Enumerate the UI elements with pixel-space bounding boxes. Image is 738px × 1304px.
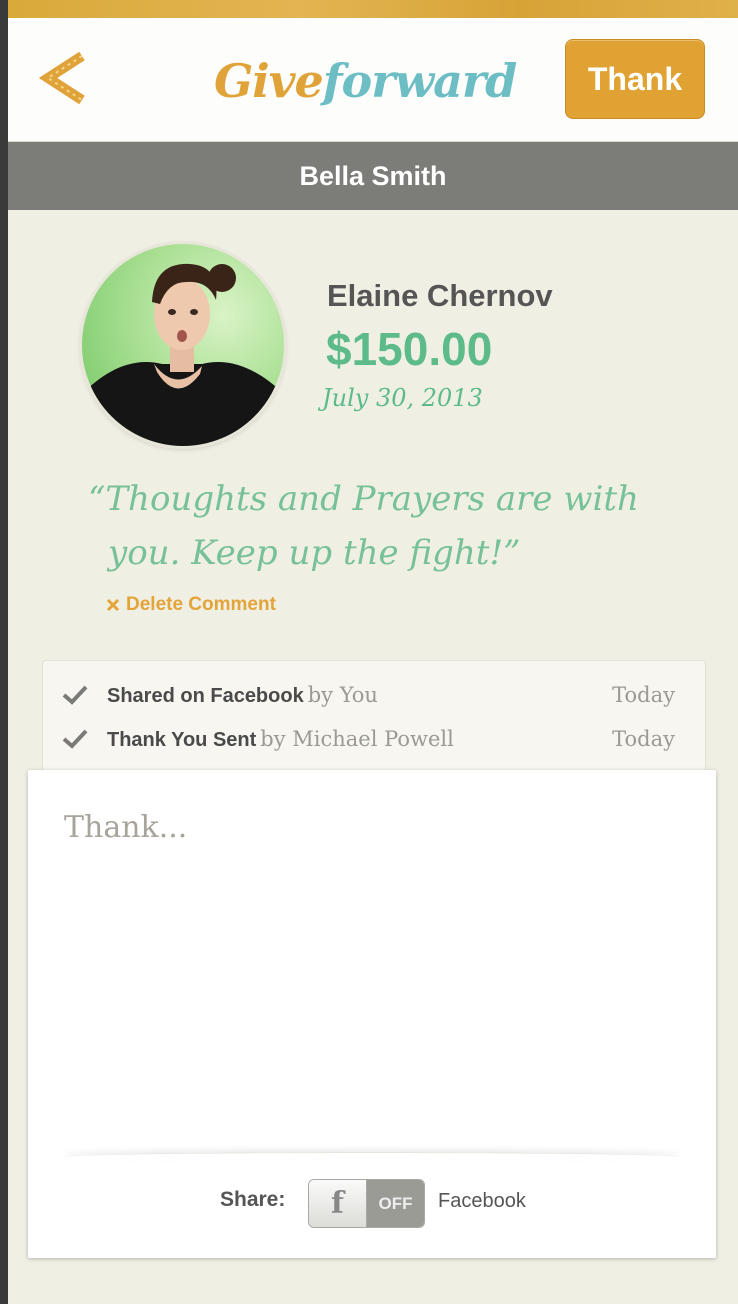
share-label: Share: xyxy=(220,1188,286,1211)
activity-time: Today xyxy=(612,727,675,751)
comment-line-1: “Thoughts and Prayers are with xyxy=(88,479,639,519)
thank-button[interactable]: Thank xyxy=(565,39,705,119)
recipient-name-bar: Bella Smith xyxy=(8,142,738,210)
donation-amount: $150.00 xyxy=(326,323,493,375)
activity-text: Shared on Facebook by You xyxy=(107,683,378,708)
back-button[interactable] xyxy=(38,48,90,108)
activity-text: Thank You Sent by Michael Powell xyxy=(107,727,454,752)
facebook-share-toggle[interactable]: f OFF xyxy=(308,1179,425,1228)
donation-date: July 30, 2013 xyxy=(322,384,483,412)
toggle-state-label: OFF xyxy=(367,1180,424,1227)
close-icon xyxy=(106,598,120,612)
activity-item: Shared on Facebook by You Today xyxy=(43,675,707,715)
activity-by: by You xyxy=(307,682,378,707)
facebook-icon: f xyxy=(309,1180,367,1227)
activity-log: Shared on Facebook by You Today Thank You… xyxy=(42,660,706,772)
delete-comment-label: Delete Comment xyxy=(126,594,276,615)
activity-action: Shared on Facebook xyxy=(107,684,304,707)
thank-you-message-input[interactable] xyxy=(64,810,680,1130)
activity-action: Thank You Sent xyxy=(107,728,257,751)
share-target-label: Facebook xyxy=(438,1190,526,1212)
donor-name: Elaine Chernov xyxy=(327,278,553,313)
checkmark-icon xyxy=(62,685,88,705)
checkmark-icon xyxy=(62,729,88,749)
donor-photo xyxy=(82,244,284,446)
compose-divider xyxy=(64,1152,680,1162)
thank-you-compose-card: Share: f OFF Facebook xyxy=(28,770,716,1258)
chevron-left-icon xyxy=(38,51,85,105)
comment-line-2: you. Keep up the fight!” xyxy=(108,533,521,573)
logo-forward: forward xyxy=(322,54,518,108)
app-header: Giveforward Thank xyxy=(8,18,738,142)
giveforward-logo: Giveforward xyxy=(214,46,518,116)
logo-give: Give xyxy=(214,54,324,108)
top-gold-strip xyxy=(8,0,738,18)
donor-comment: “Thoughts and Prayers are with you. Keep… xyxy=(88,472,648,580)
activity-item: Thank You Sent by Michael Powell Today xyxy=(43,719,707,759)
activity-time: Today xyxy=(612,683,675,707)
activity-by: by Michael Powell xyxy=(260,726,454,751)
donor-avatar xyxy=(82,244,284,446)
delete-comment-link[interactable]: Delete Comment xyxy=(106,594,276,616)
app-screen: Giveforward Thank Bella Smith Elaine Che… xyxy=(8,0,738,1304)
